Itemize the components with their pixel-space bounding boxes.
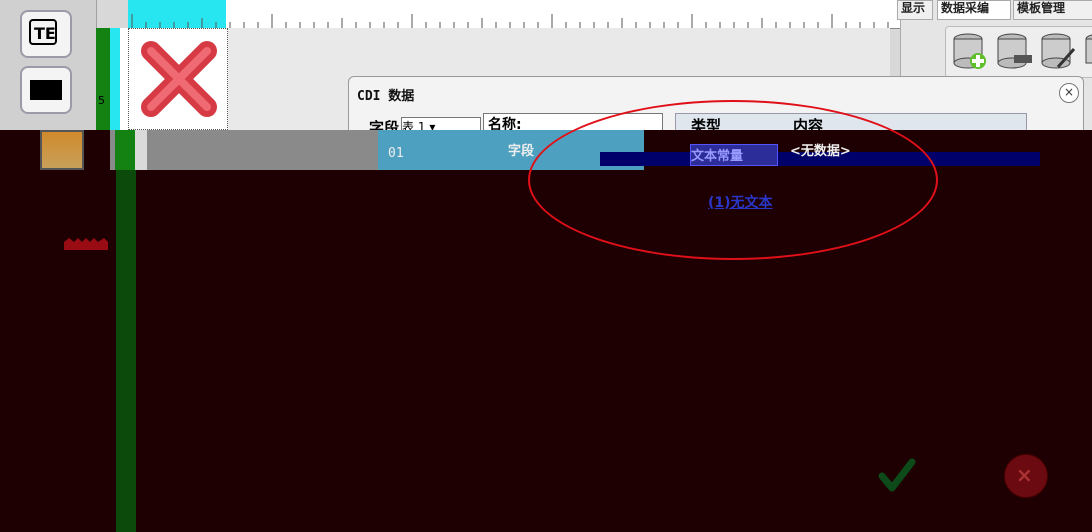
left-ruler-number: 5 <box>98 94 105 107</box>
rectangle-tool-button[interactable] <box>20 66 72 114</box>
ruler-ticks <box>131 14 889 28</box>
red-bumps-icon <box>64 238 108 250</box>
dark-overlay <box>0 170 1092 532</box>
left-toolbar: TE <box>0 0 97 130</box>
cdi-data-dialog: CDI 数据 × 字段 表 1 ▾ 名称: 类型 内容 <box>348 76 1084 133</box>
database-more-icon[interactable] <box>1082 31 1092 71</box>
database-edit-icon[interactable] <box>1038 31 1078 71</box>
tab-template-management[interactable]: 模板管理 <box>1013 0 1092 20</box>
check-icon <box>878 458 916 492</box>
database-add-icon[interactable] <box>950 31 990 71</box>
top-ruler <box>128 0 900 29</box>
strip-green <box>115 130 135 170</box>
text-tool-button[interactable]: TE <box>20 10 72 58</box>
close-icon[interactable]: × <box>1059 83 1079 103</box>
red-x-icon <box>141 41 217 117</box>
left-ruler: 5 <box>96 28 131 130</box>
dialog-title: CDI 数据 <box>357 89 415 104</box>
row-id: 01 <box>388 146 404 161</box>
tab-data-collection[interactable]: 数据采编 <box>937 0 1011 20</box>
cancel-button[interactable]: × <box>1004 454 1048 498</box>
ok-button[interactable] <box>876 456 916 496</box>
vertical-green-bar <box>116 170 136 532</box>
image-tool-icon[interactable] <box>40 130 84 170</box>
no-data-link[interactable]: (1)无文本 <box>708 192 773 212</box>
rectangle-icon <box>30 80 62 100</box>
row-content: <无数据> <box>790 144 851 159</box>
left-ruler-cyan <box>110 28 120 130</box>
database-toolbar <box>945 26 1092 78</box>
row-type-select[interactable]: 文本常量 <box>690 144 778 166</box>
tab-display[interactable]: 显示 <box>897 0 933 20</box>
left-ruler-green <box>96 28 110 130</box>
text-tool-label: TE <box>29 19 57 45</box>
row-field: 字段 <box>508 144 535 159</box>
canvas-x-element[interactable] <box>128 28 228 130</box>
close-icon: × <box>1016 463 1033 487</box>
strip-gray <box>110 130 380 170</box>
database-remove-icon[interactable] <box>994 31 1034 71</box>
